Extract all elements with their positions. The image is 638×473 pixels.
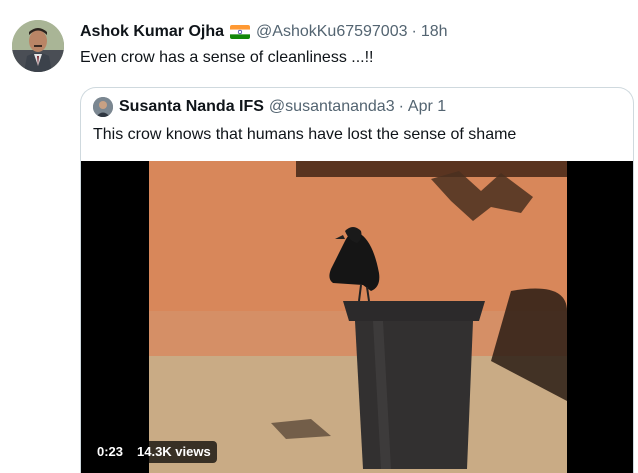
author-name[interactable]: Ashok Kumar Ojha <box>80 23 224 41</box>
quoted-author-avatar <box>93 97 113 117</box>
tweet-header: Ashok Kumar Ojha @AshokKu67597003 · 18h <box>80 22 448 42</box>
video-duration: 0:23 <box>91 441 130 463</box>
quoted-tweet-timestamp: Apr 1 <box>407 98 447 115</box>
author-handle[interactable]: @AshokKu67597003 <box>256 23 407 41</box>
quoted-author-name: Susanta Nanda IFS <box>119 98 264 115</box>
quoted-tweet-header: Susanta Nanda IFS @susantananda3 · Apr 1 <box>93 97 446 117</box>
quoted-tweet-text: This crow knows that humans have lost th… <box>93 126 517 143</box>
tweet[interactable]: Ashok Kumar Ojha @AshokKu67597003 · 18h … <box>0 0 638 473</box>
video-views: 14.3K views <box>131 441 217 463</box>
author-avatar[interactable] <box>12 20 64 72</box>
tweet-timestamp[interactable]: 18h <box>421 23 448 41</box>
tweet-text: Even crow has a sense of cleanliness ...… <box>80 49 374 66</box>
india-flag-icon <box>230 25 251 39</box>
separator-dot: · <box>398 98 404 115</box>
video-player[interactable]: 0:23 14.3K views <box>81 161 633 473</box>
quoted-tweet[interactable]: Susanta Nanda IFS @susantananda3 · Apr 1… <box>80 87 634 473</box>
separator-dot: · <box>411 23 417 40</box>
quoted-author-handle: @susantananda3 <box>268 98 395 115</box>
video-frame <box>81 161 633 473</box>
